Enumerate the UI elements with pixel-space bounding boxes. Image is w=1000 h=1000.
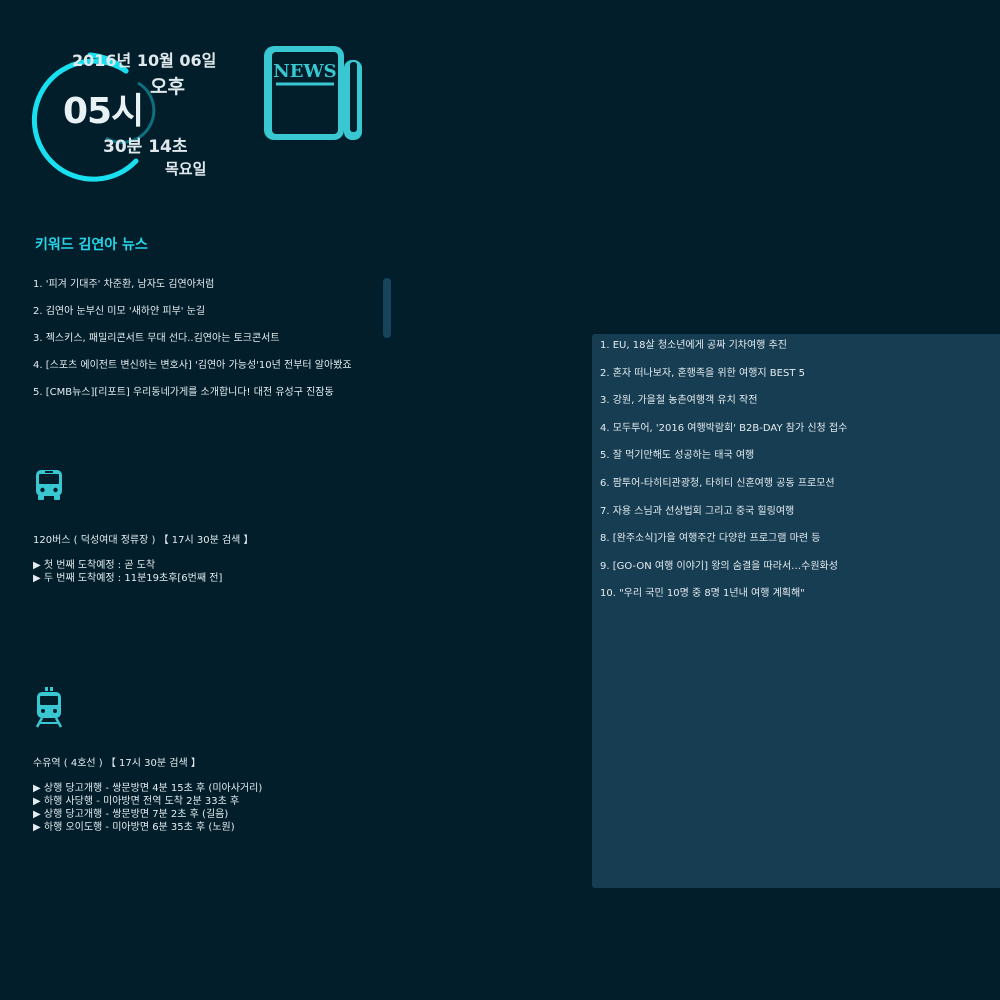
bus-arrival-list: ▶ 첫 번째 도착예정 : 곧 도착 ▶ 두 번째 도착예정 : 11분19초후…	[33, 559, 222, 585]
keyword-news-scrollbar[interactable]	[383, 278, 391, 338]
subway-arrival-list: ▶ 상행 당고개행 - 쌍문방면 4분 15초 후 (미아사거리) ▶ 하행 사…	[33, 782, 262, 834]
newspaper-icon[interactable]: NEWS	[262, 44, 366, 146]
travel-news-item[interactable]: 5. 잘 먹기만해도 성공하는 태국 여행	[600, 449, 847, 477]
ampm-text: 오후	[150, 76, 185, 98]
bus-arrival-line: ▶ 첫 번째 도착예정 : 곧 도착	[33, 560, 156, 571]
date-text: 2016년 10월 06일	[72, 51, 217, 70]
news-label: NEWS	[273, 61, 336, 82]
keyword-news-item[interactable]: 3. 젝스키스, 패밀리콘서트 무대 선다..김연아는 토크콘서트	[33, 332, 373, 345]
bus-icon	[35, 469, 63, 505]
keyword-news-list: 1. '피겨 기대주' 차준환, 남자도 김연아처럼 2. 김연아 눈부신 미모…	[33, 278, 373, 413]
travel-news-item[interactable]: 3. 강원, 가을철 농촌여행객 유치 작전	[600, 394, 847, 422]
travel-news-item[interactable]: 9. [GO-ON 여행 이야기] 왕의 숨결을 따라서…수원화성	[600, 560, 847, 588]
bus-arrival-line: ▶ 두 번째 도착예정 : 11분19초후[6번째 전]	[33, 573, 223, 584]
travel-news-item[interactable]: 8. [완주소식]가을 여행주간 다양한 프로그램 마련 등	[600, 532, 847, 560]
travel-news-item[interactable]: 10. "우리 국민 10명 중 8명 1년내 여행 계획해"	[600, 587, 847, 615]
subway-title: 수유역 ( 4호선 ) 【 17시 30분 검색 】	[33, 758, 201, 769]
keyword-news-item[interactable]: 4. [스포츠 에이전트 변신하는 변호사] '김연아 가능성'10년 전부터 …	[33, 359, 373, 372]
subway-arrival-line: ▶ 하행 사당행 - 미아방면 전역 도착 2분 33초 후	[33, 796, 240, 807]
travel-news-item[interactable]: 6. 팜투어-타히티관광청, 타히티 신혼여행 공동 프로모션	[600, 477, 847, 505]
minute-second-text: 30분 14초	[103, 137, 188, 157]
keyword-news-item[interactable]: 1. '피겨 기대주' 차준환, 남자도 김연아처럼	[33, 278, 373, 291]
hour-text: 05시	[63, 91, 144, 132]
bus-title: 120버스 ( 덕성여대 정류장 ) 【 17시 30분 검색 】	[33, 535, 254, 546]
keyword-news-item[interactable]: 2. 김연아 눈부신 미모 '새하얀 피부' 눈길	[33, 305, 373, 318]
travel-news-list: 1. EU, 18살 청소년에게 공짜 기차여행 추진 2. 혼자 떠나보자, …	[600, 339, 847, 615]
weekday-text: 목요일	[165, 160, 207, 178]
keyword-news-title: 키워드 김연아 뉴스	[35, 237, 148, 253]
travel-news-item[interactable]: 7. 자용 스님과 선상법회 그리고 중국 힐링여행	[600, 505, 847, 533]
keyword-news-item[interactable]: 5. [CMB뉴스][리포트] 우리동네가게를 소개합니다! 대전 유성구 진잠…	[33, 386, 373, 399]
travel-news-item[interactable]: 1. EU, 18살 청소년에게 공짜 기차여행 추진	[600, 339, 847, 367]
subway-arrival-line: ▶ 하행 오이도행 - 미아방면 6분 35초 후 (노원)	[33, 822, 235, 833]
subway-arrival-line: ▶ 상행 당고개행 - 쌍문방면 7분 2초 후 (길음)	[33, 809, 229, 820]
travel-news-item[interactable]: 4. 모두투어, '2016 여행박람회' B2B-DAY 참가 신청 접수	[600, 422, 847, 450]
subway-icon	[35, 686, 63, 732]
clock-widget: 2016년 10월 06일 오후 05시 30분 14초 목요일	[30, 25, 230, 185]
subway-arrival-line: ▶ 상행 당고개행 - 쌍문방면 4분 15초 후 (미아사거리)	[33, 783, 263, 794]
travel-news-item[interactable]: 2. 혼자 떠나보자, 혼행족을 위한 여행지 BEST 5	[600, 367, 847, 395]
